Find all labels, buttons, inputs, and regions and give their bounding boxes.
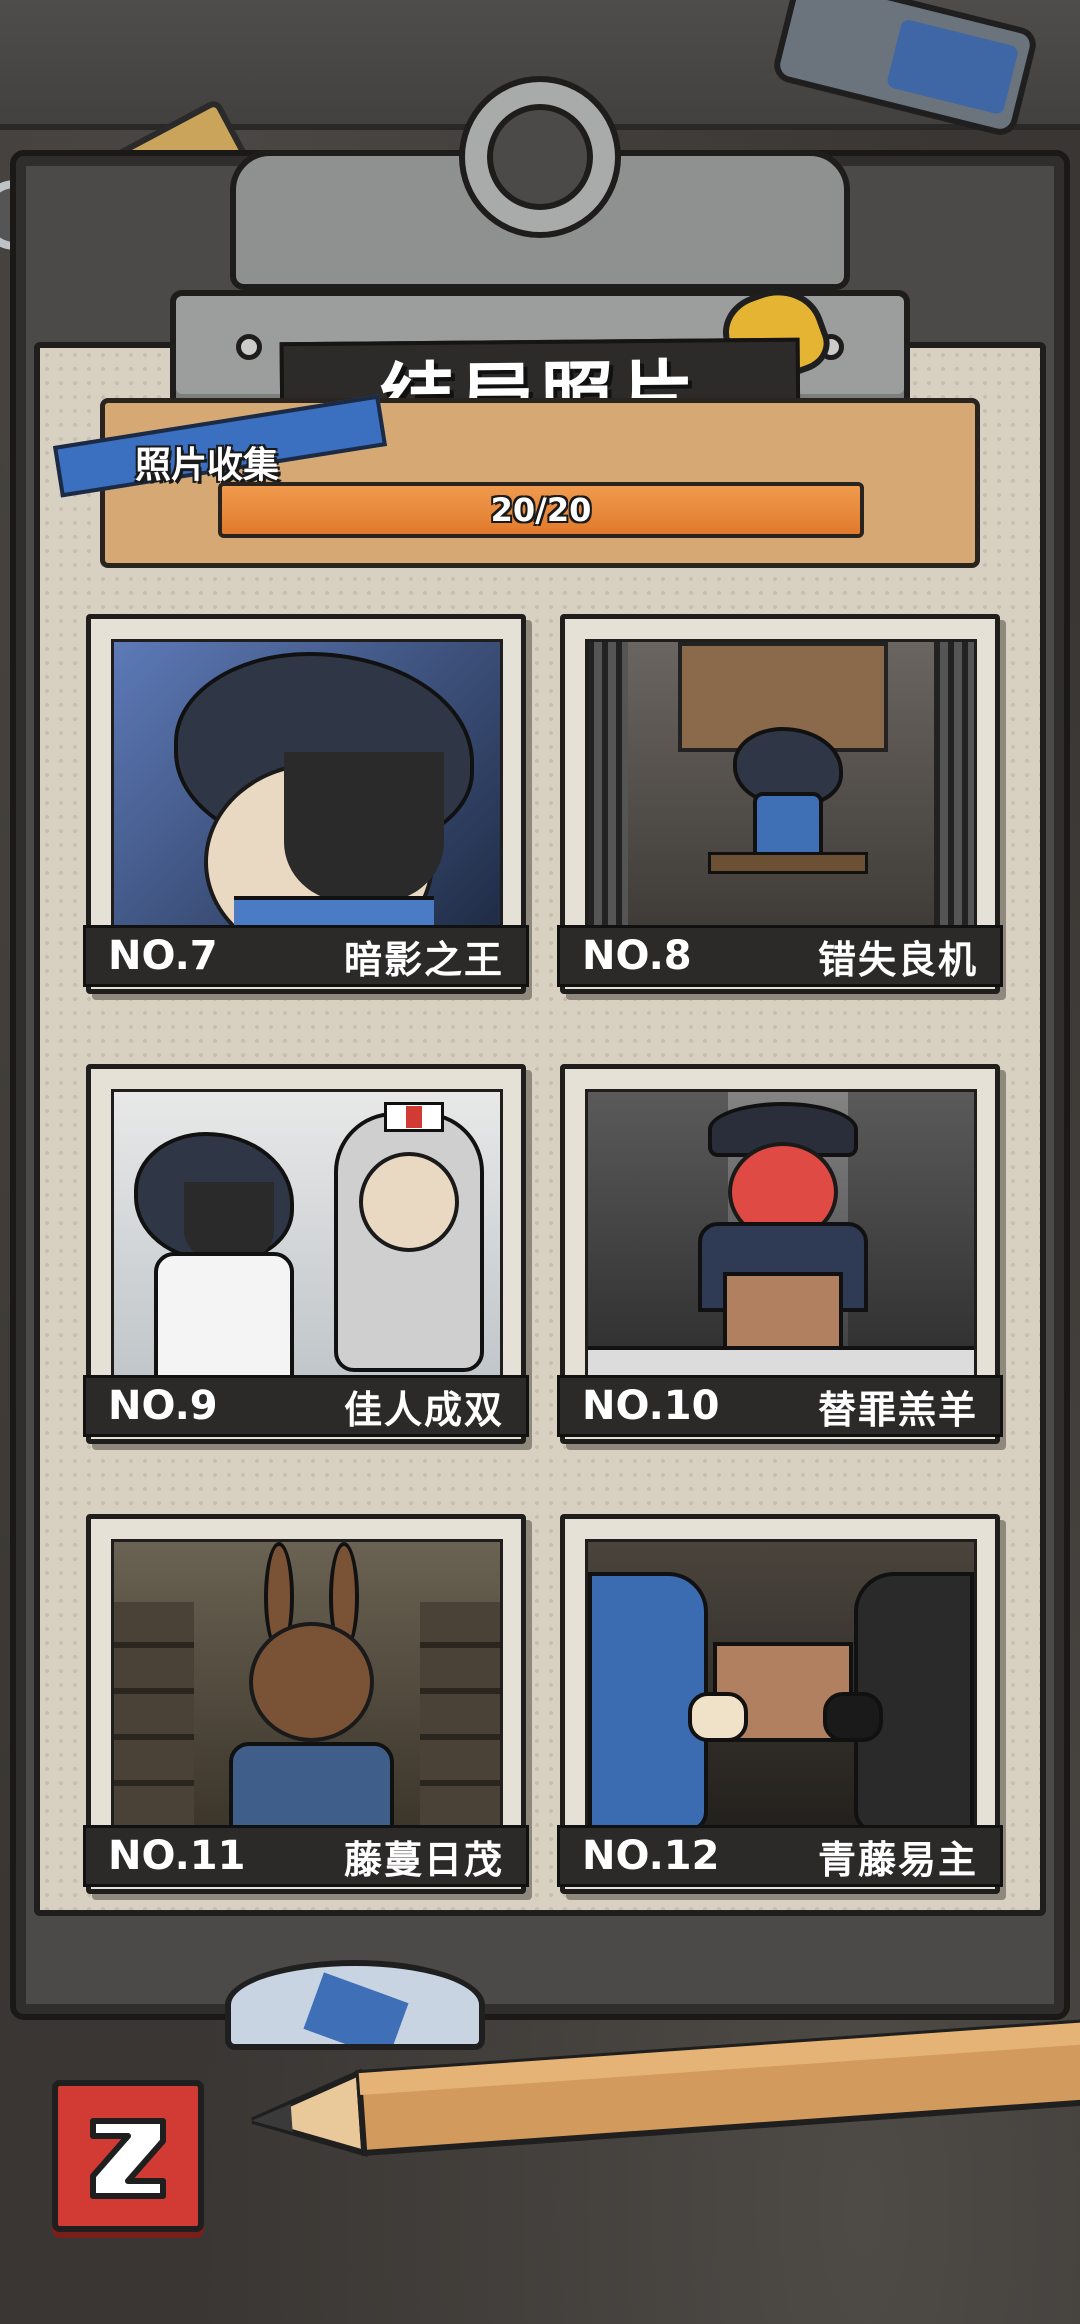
- photo-image-officer-box: [585, 1089, 977, 1389]
- photo-name: 佳人成双: [343, 1387, 504, 1432]
- photo-caption: NO.12 青藤易主: [557, 1825, 1003, 1887]
- photo-image-shadow-portrait: [111, 639, 503, 939]
- photo-number: NO.7: [108, 933, 218, 979]
- photo-card-11[interactable]: NO.11 藤蔓日茂: [83, 1514, 529, 1894]
- photo-name: 错失良机: [817, 937, 978, 982]
- photo-number: NO.12: [582, 1833, 720, 1879]
- photo-card-7[interactable]: NO.7 暗影之王: [83, 614, 529, 994]
- photo-name: 藤蔓日茂: [343, 1837, 504, 1882]
- photo-image-box-handoff: [585, 1539, 977, 1839]
- photo-number: NO.8: [582, 933, 692, 979]
- photo-number: NO.11: [108, 1833, 246, 1879]
- photo-name: 暗影之王: [343, 937, 504, 982]
- photo-name: 青藤易主: [817, 1837, 978, 1882]
- photo-caption: NO.9 佳人成双: [83, 1375, 529, 1437]
- collection-label: 照片收集: [135, 445, 280, 486]
- clip-ring: [465, 82, 615, 232]
- photo-caption: NO.10 替罪羔羊: [557, 1375, 1003, 1437]
- photo-caption: NO.7 暗影之王: [83, 925, 529, 987]
- photo-image-rabbit-mask: [111, 1539, 503, 1839]
- photo-name: 替罪羔羊: [817, 1387, 978, 1432]
- photo-card-9[interactable]: NO.9 佳人成双: [83, 1064, 529, 1444]
- photo-caption: NO.8 错失良机: [557, 925, 1003, 987]
- back-arrow-icon: [90, 2118, 166, 2199]
- progress-text: 20/20: [490, 491, 592, 529]
- photo-number: NO.9: [108, 1383, 218, 1429]
- photo-card-8[interactable]: NO.8 错失良机: [557, 614, 1003, 994]
- collection-progress-bar: 20/20: [218, 482, 864, 538]
- photo-card-10[interactable]: NO.10 替罪羔羊: [557, 1064, 1003, 1444]
- photo-image-lab-nurse: [111, 1089, 503, 1389]
- photo-card-12[interactable]: NO.12 青藤易主: [557, 1514, 1003, 1894]
- photo-number: NO.10: [582, 1383, 720, 1429]
- photo-image-cell-bench: [585, 639, 977, 939]
- back-button[interactable]: [52, 2080, 204, 2232]
- photo-caption: NO.11 藤蔓日茂: [83, 1825, 529, 1887]
